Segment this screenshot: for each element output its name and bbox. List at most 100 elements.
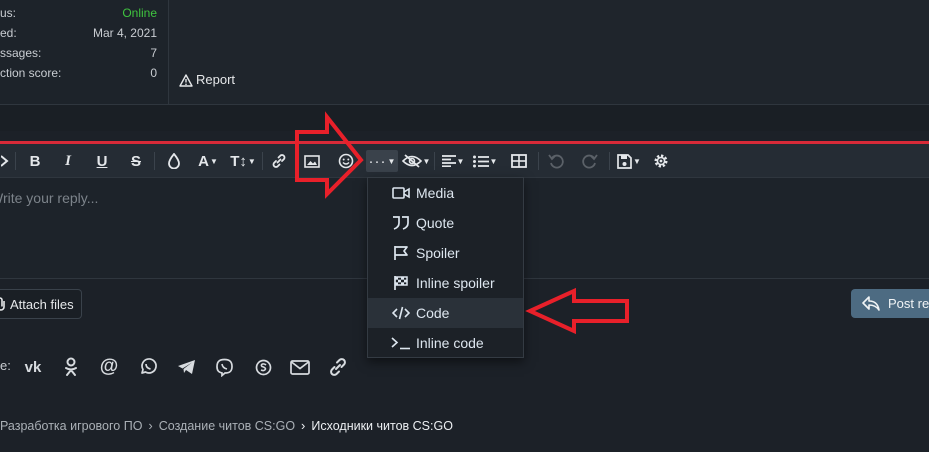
report-link[interactable]: Report — [179, 71, 235, 89]
post-reply-label: Post re — [888, 296, 929, 311]
skype-icon[interactable] — [251, 356, 275, 378]
code-icon — [390, 306, 412, 320]
attach-files-button[interactable]: Attach files — [0, 289, 82, 319]
flag-icon — [390, 245, 412, 261]
checkered-flag-icon — [390, 275, 412, 291]
list-dropdown[interactable]: ▼ — [471, 150, 499, 172]
caret-down-icon: ▼ — [633, 156, 641, 166]
stat-row-reaction-score: ction score: 0 — [0, 63, 160, 83]
toolbar-separator — [15, 152, 16, 170]
chevron-right-icon: › — [148, 418, 153, 433]
save-icon — [617, 153, 632, 169]
underline-icon: U — [96, 152, 108, 170]
whatsapp-icon[interactable] — [136, 356, 160, 378]
menu-item-quote[interactable]: Quote — [368, 208, 523, 238]
breadcrumb-item[interactable]: Разработка игрового ПО — [0, 418, 142, 434]
redo-button[interactable] — [579, 150, 601, 172]
menu-item-label: Code — [416, 305, 450, 321]
toolbar-separator — [538, 152, 539, 170]
font-icon: A — [198, 152, 209, 170]
video-icon — [390, 187, 412, 199]
caret-down-icon: ▼ — [489, 156, 498, 166]
bold-button[interactable]: B — [24, 150, 46, 172]
clear-format-icon[interactable] — [0, 150, 10, 172]
strikethrough-button[interactable]: S — [125, 150, 147, 172]
caret-down-icon: ▼ — [209, 156, 218, 166]
table-icon — [511, 154, 527, 168]
breadcrumb-item[interactable]: Создание читов CS:GO — [159, 418, 295, 434]
odnoklassniki-icon[interactable] — [59, 356, 83, 378]
caret-down-icon: ▼ — [456, 156, 465, 166]
menu-item-label: Media — [416, 185, 455, 201]
reply-input-placeholder[interactable]: Write your reply... — [0, 190, 98, 206]
align-dropdown[interactable]: ▼ — [439, 150, 467, 172]
caret-down-icon: ▼ — [422, 156, 431, 166]
hide-content-dropdown[interactable]: ▼ — [401, 150, 431, 172]
italic-icon: I — [65, 152, 71, 169]
editor-toolbar: B I U S A ▼ T↕ ▼ ··· ▼ ▼ ▼ ▼ ▼ — [0, 144, 929, 178]
eye-slash-icon — [401, 154, 422, 168]
redo-icon — [582, 153, 598, 169]
smilie-button[interactable] — [335, 150, 357, 172]
report-label: Report — [196, 72, 236, 87]
table-button[interactable] — [508, 150, 530, 172]
post-reply-button[interactable]: Post re — [851, 289, 929, 318]
divider-strip — [0, 105, 929, 131]
strikethrough-icon: S — [130, 152, 141, 170]
editor-settings-button[interactable] — [650, 150, 672, 172]
image-button[interactable] — [301, 150, 323, 172]
link-icon — [271, 153, 287, 169]
undo-icon — [548, 153, 564, 169]
drafts-dropdown[interactable]: ▼ — [614, 150, 644, 172]
font-size-dropdown[interactable]: T↕ ▼ — [227, 150, 259, 172]
share-label: e: — [0, 358, 11, 373]
droplet-icon — [168, 153, 180, 169]
menu-item-label: Inline code — [416, 335, 484, 351]
reaction-score-value: 0 — [150, 66, 157, 80]
menu-item-media[interactable]: Media — [368, 178, 523, 208]
image-icon — [304, 154, 320, 168]
list-icon — [472, 155, 489, 168]
font-family-dropdown[interactable]: A ▼ — [193, 150, 223, 172]
stat-label: us: — [0, 6, 17, 20]
italic-button[interactable]: I — [57, 150, 79, 172]
underline-button[interactable]: U — [91, 150, 113, 172]
menu-item-inline-code[interactable]: Inline code — [368, 328, 523, 358]
color-button[interactable] — [163, 150, 185, 172]
link-button[interactable] — [268, 150, 290, 172]
menu-item-spoiler[interactable]: Spoiler — [368, 238, 523, 268]
viber-icon[interactable] — [212, 356, 236, 378]
caret-down-icon: ▼ — [247, 156, 256, 166]
insert-more-menu: Media Quote Spoiler Inline spoiler Code … — [367, 177, 524, 358]
menu-item-inline-spoiler[interactable]: Inline spoiler — [368, 268, 523, 298]
telegram-icon[interactable] — [174, 356, 198, 378]
terminal-icon — [390, 336, 412, 350]
chevron-right-icon: › — [301, 418, 306, 433]
link-icon[interactable] — [326, 356, 350, 378]
messages-value: 7 — [150, 46, 157, 60]
gear-icon — [653, 153, 669, 169]
joined-value: Mar 4, 2021 — [92, 26, 157, 40]
breadcrumb-item-current[interactable]: Исходники читов CS:GO — [311, 418, 453, 434]
toolbar-separator — [262, 152, 263, 170]
menu-item-label: Spoiler — [416, 245, 460, 261]
stat-label: ssages: — [0, 46, 42, 60]
breadcrumb: Разработка игрового ПО › Создание читов … — [0, 418, 453, 434]
undo-button[interactable] — [545, 150, 567, 172]
menu-item-label: Inline spoiler — [416, 275, 495, 291]
stat-label: ed: — [0, 26, 17, 40]
insert-more-dropdown[interactable]: ··· ▼ — [366, 150, 398, 172]
attach-files-label: Attach files — [10, 296, 74, 312]
at-icon[interactable]: @ — [97, 356, 121, 378]
menu-item-code[interactable]: Code — [368, 298, 523, 328]
email-icon[interactable] — [288, 356, 312, 378]
stat-label: ction score: — [0, 66, 62, 80]
menu-item-label: Quote — [416, 215, 455, 231]
user-extras: us: Online ed: Mar 4, 2021 ssages: 7 cti… — [0, 0, 169, 104]
warning-icon — [179, 73, 193, 87]
status-online-value: Online — [122, 6, 157, 20]
quote-icon — [390, 216, 412, 230]
smile-icon — [338, 153, 354, 169]
vk-icon[interactable]: vk — [21, 356, 45, 378]
annotation-arrow-left-icon — [525, 287, 629, 335]
